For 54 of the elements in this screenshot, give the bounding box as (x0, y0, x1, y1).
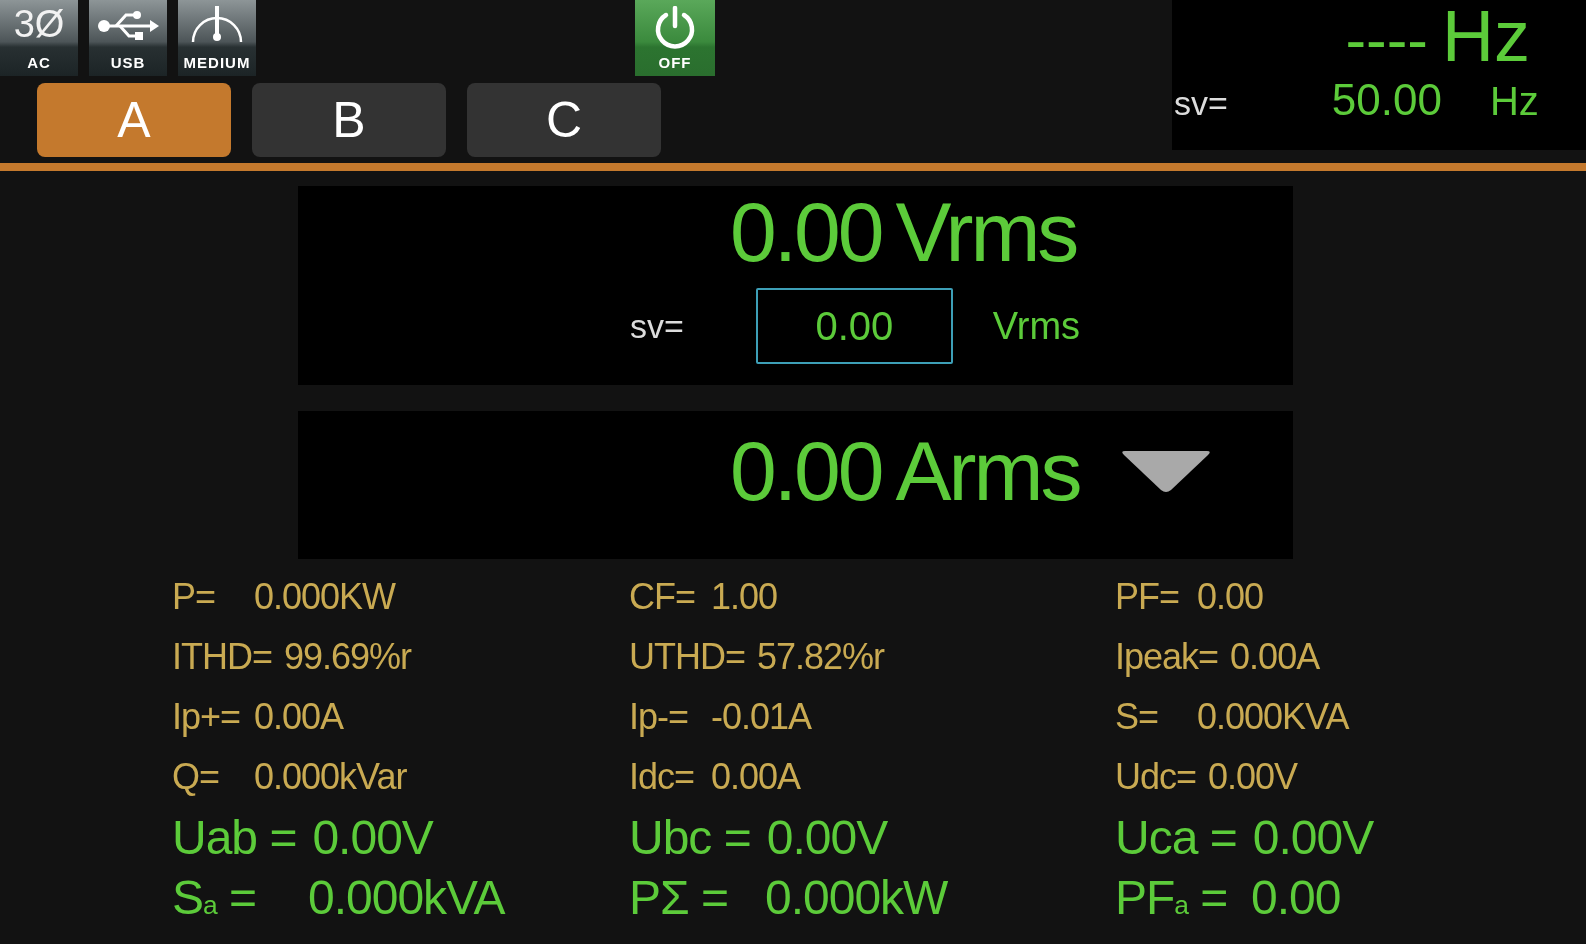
output-button[interactable]: OFF (635, 0, 715, 76)
frequency-unit: Hz (1442, 0, 1530, 72)
measurement-label: Ip+= (172, 696, 242, 738)
measurement-label: Q= (172, 756, 221, 798)
measurement-value: 0.00 (1197, 576, 1264, 618)
measurement-label: P= (172, 576, 217, 618)
phase-tab[interactable]: B (252, 83, 446, 157)
measurement-label: Uab = (172, 809, 297, 865)
measurement-value: 0.00 (1251, 869, 1341, 925)
measurement-value: 0.00V (312, 809, 433, 865)
measurement-label: Ipeak= (1115, 636, 1219, 678)
measurement-label: S= (1115, 696, 1160, 738)
measurement-value: 0.00A (254, 696, 344, 738)
measurement-value: 0.00V (1208, 756, 1298, 798)
measurement-label: Ip-= (629, 696, 690, 738)
voltage-unit: Vrms (895, 190, 1077, 274)
setpoint-unit: Vrms (992, 304, 1081, 348)
measurement-value: 0.00A (1230, 636, 1320, 678)
voltage-reading: 0.00 (730, 190, 882, 274)
measurement-value: 99.69%r (284, 636, 412, 678)
setpoint-value[interactable]: 50.00 (1331, 78, 1442, 122)
measurement-value: 0.00V (766, 809, 888, 865)
measurement-label: UTHD= (629, 636, 745, 678)
speed-button[interactable]: MEDIUM (178, 0, 256, 76)
measurement-value: 0.000kW (765, 869, 948, 925)
measurement-label: PF= (1115, 576, 1181, 618)
power-icon (653, 6, 697, 50)
frequency-reading: ---- (1345, 9, 1428, 71)
measurement-value: 57.82%r (757, 636, 885, 678)
measurement-value: 0.000KVA (1197, 696, 1349, 738)
measurement-value: 0.00A (711, 756, 801, 798)
measurement-label: PΣ = (629, 869, 730, 925)
measurement-label: Uca = (1115, 809, 1237, 865)
current-reading: 0.00 (730, 429, 882, 513)
measurement-label: ITHD= (172, 636, 272, 678)
measurement-label: Ubc = (629, 809, 751, 865)
measurement-value: 1.00 (711, 576, 778, 618)
phase-symbol: 3Ø (13, 5, 65, 43)
setpoint-field[interactable]: 0.00 (755, 288, 953, 364)
setpoint-label: sv= (630, 309, 684, 343)
measurement-value: 0.000kVar (254, 756, 407, 798)
measurement-value: 0.000kVA (308, 869, 505, 925)
phase-tab[interactable]: C (467, 83, 661, 157)
measurement-value: -0.01A (711, 696, 812, 738)
measurement-label: Udc= (1115, 756, 1197, 798)
measurement-label: CF= (629, 576, 696, 618)
setpoint-label: sv= (1174, 86, 1228, 120)
measurement-label: Idc= (629, 756, 696, 798)
measurement-value: 0.000KW (254, 576, 396, 618)
phase-mode-button[interactable]: 3Ø AC (0, 0, 78, 76)
usb-button[interactable]: USB (89, 0, 167, 76)
measurement-value: 0.00V (1252, 809, 1374, 865)
current-unit: Arms (895, 429, 1080, 513)
setpoint-unit: Hz (1489, 81, 1539, 121)
